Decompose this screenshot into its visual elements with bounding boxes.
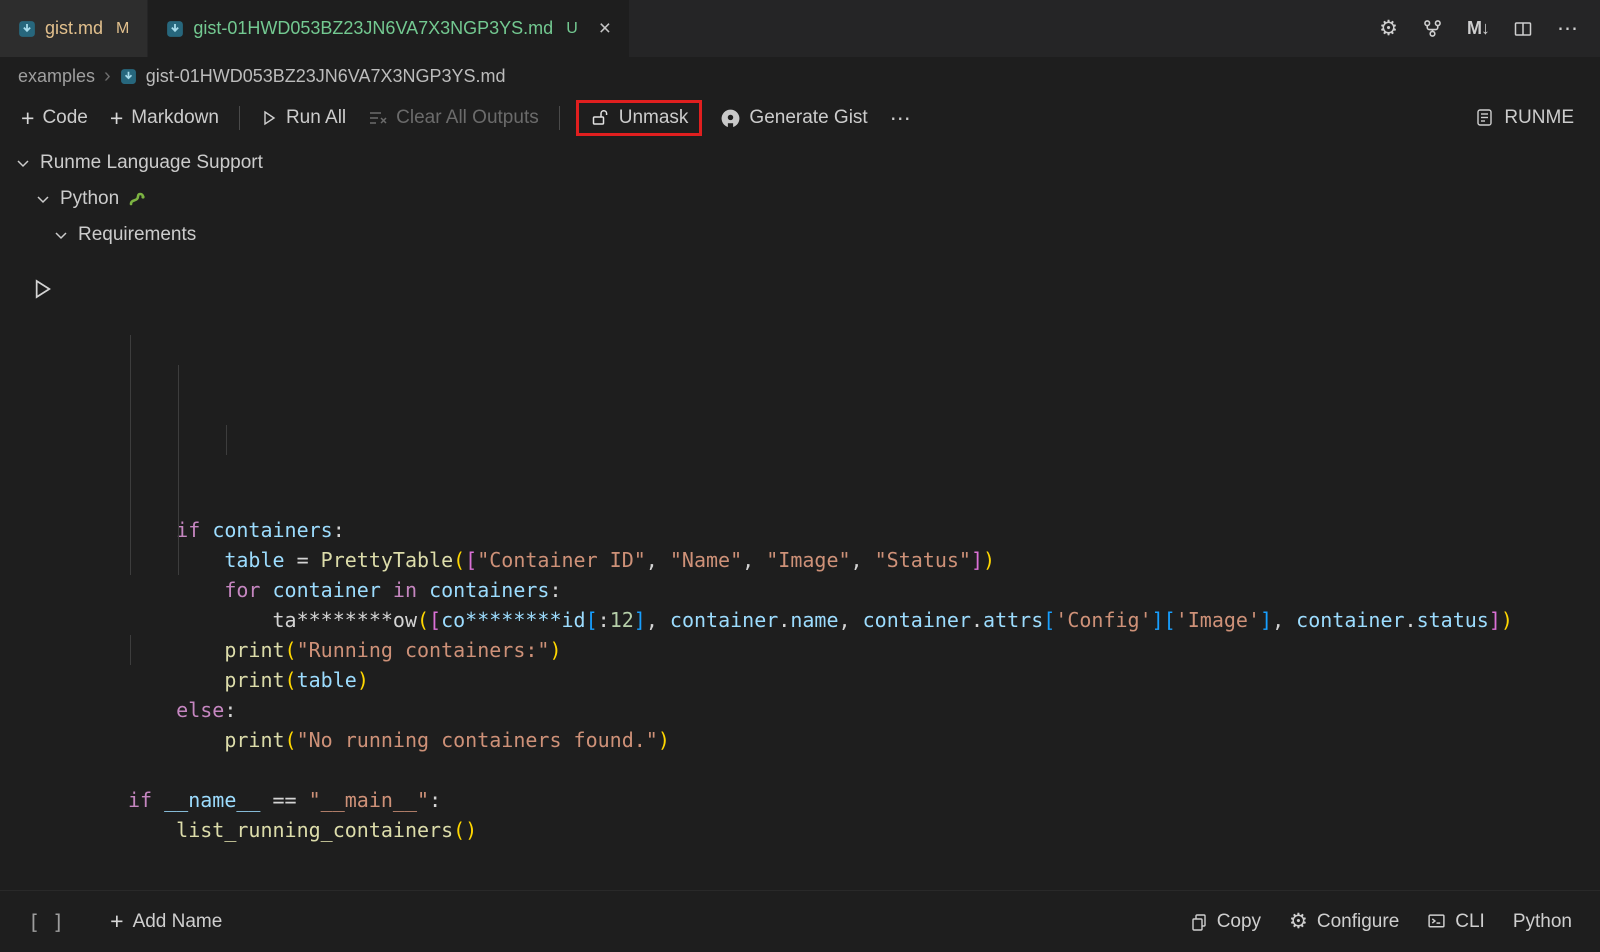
- code-line: if containers:: [128, 515, 1600, 545]
- cli-button[interactable]: CLI: [1427, 911, 1485, 933]
- runme-file-icon: [166, 20, 184, 38]
- code-editor[interactable]: if containers: table = PrettyTable(["Con…: [128, 515, 1600, 845]
- cell-brackets-icon[interactable]: [ ]: [28, 910, 64, 934]
- section-label: Requirements: [78, 224, 196, 246]
- plus-icon: +: [21, 107, 34, 130]
- add-name-button[interactable]: + Add Name: [110, 910, 222, 933]
- indent-guide: [178, 365, 179, 575]
- toolbar-divider: [559, 106, 560, 130]
- add-markdown-label: Markdown: [131, 107, 219, 129]
- section-python[interactable]: Python: [0, 181, 1600, 217]
- code-line: print("No running containers found."): [128, 725, 1600, 755]
- section-runme-language-support[interactable]: Runme Language Support: [0, 145, 1600, 181]
- unlock-icon: [590, 108, 610, 128]
- type-hierarchy-icon[interactable]: [1422, 18, 1443, 39]
- toolbar-divider: [239, 106, 240, 130]
- run-cell-button[interactable]: [30, 277, 54, 301]
- editor-actions: ⚙ M↓ ⋯: [1357, 0, 1600, 57]
- unmask-button[interactable]: Unmask: [619, 107, 689, 129]
- plus-icon: +: [110, 910, 123, 933]
- more-actions-icon[interactable]: ⋯: [1557, 18, 1578, 39]
- tab-modified-badge: M: [116, 20, 129, 38]
- more-icon: ⋯: [890, 108, 911, 129]
- runme-file-icon: [18, 20, 36, 38]
- notebook-cell: if containers: table = PrettyTable(["Con…: [0, 259, 1600, 899]
- chevron-down-icon: [34, 190, 52, 208]
- code-line: ta********ow([co********id[:12], contain…: [128, 605, 1600, 635]
- indent-guide: [226, 425, 227, 455]
- kernel-language-label: Python: [1513, 911, 1572, 933]
- markdown-preview-icon[interactable]: M↓: [1467, 18, 1489, 39]
- chevron-down-icon: [52, 226, 70, 244]
- runme-brand-button[interactable]: RUNME: [1475, 107, 1590, 129]
- snake-emoji-icon: [127, 189, 147, 209]
- code-editor-area[interactable]: if containers: table = PrettyTable(["Con…: [128, 259, 1600, 952]
- tab-gist-md[interactable]: gist.md M: [0, 0, 148, 57]
- cell-status-bar: [ ] + Add Name Copy ⚙ Configure CLI Pyth…: [0, 890, 1600, 952]
- section-label: Runme Language Support: [40, 152, 263, 174]
- chevron-right-icon: ›: [104, 65, 111, 88]
- code-line: table = PrettyTable(["Container ID", "Na…: [128, 545, 1600, 575]
- tab-untracked-badge: U: [566, 20, 578, 38]
- plus-icon: +: [110, 107, 123, 130]
- run-all-label: Run All: [286, 107, 346, 129]
- close-icon[interactable]: ×: [599, 18, 611, 39]
- outline-sections: Runme Language Support Python Requiremen…: [0, 141, 1600, 259]
- run-all-button[interactable]: Run All: [249, 107, 357, 129]
- runme-logo-icon: [1475, 108, 1495, 128]
- section-requirements[interactable]: Requirements: [0, 217, 1600, 253]
- gear-icon[interactable]: ⚙: [1379, 18, 1398, 39]
- code-line: print(table): [128, 665, 1600, 695]
- unmask-highlight-annotation: Unmask: [576, 100, 703, 136]
- clear-all-icon: [368, 108, 388, 128]
- terminal-icon: [1427, 912, 1446, 931]
- tab-label: gist.md: [45, 18, 103, 39]
- breadcrumb: examples › gist-01HWD053BZ23JN6VA7X3NGP3…: [0, 57, 1600, 95]
- code-line: [128, 755, 1600, 785]
- clear-all-label: Clear All Outputs: [396, 107, 539, 129]
- run-all-icon: [260, 109, 278, 127]
- code-line: list_running_containers(): [128, 815, 1600, 845]
- github-icon: [720, 108, 741, 129]
- add-markdown-cell-button[interactable]: + Markdown: [99, 107, 230, 130]
- tab-bar: gist.md M gist-01HWD053BZ23JN6VA7X3NGP3Y…: [0, 0, 1600, 57]
- add-code-label: Code: [42, 107, 87, 129]
- code-line: for container in containers:: [128, 575, 1600, 605]
- clear-all-outputs-button[interactable]: Clear All Outputs: [357, 107, 550, 129]
- chevron-down-icon: [14, 154, 32, 172]
- copy-label: Copy: [1217, 911, 1261, 933]
- generate-gist-label: Generate Gist: [749, 107, 867, 129]
- cli-label: CLI: [1455, 911, 1485, 933]
- gear-icon: ⚙: [1289, 911, 1308, 932]
- kernel-language-selector[interactable]: Python: [1513, 911, 1572, 933]
- breadcrumb-folder[interactable]: examples: [18, 66, 95, 87]
- split-editor-icon[interactable]: [1513, 19, 1533, 39]
- runme-label: RUNME: [1504, 107, 1574, 129]
- code-line: else:: [128, 695, 1600, 725]
- runme-file-icon: [120, 68, 137, 85]
- copy-button[interactable]: Copy: [1190, 911, 1261, 933]
- tab-label: gist-01HWD053BZ23JN6VA7X3NGP3YS.md: [193, 18, 553, 39]
- toolbar-more-button[interactable]: ⋯: [879, 108, 922, 129]
- indent-guide: [130, 335, 131, 575]
- add-code-cell-button[interactable]: + Code: [10, 107, 99, 130]
- code-line: if __name__ == "__main__":: [128, 785, 1600, 815]
- generate-gist-button[interactable]: Generate Gist: [709, 107, 878, 129]
- tab-gist-file[interactable]: gist-01HWD053BZ23JN6VA7X3NGP3YS.md U ×: [148, 0, 629, 57]
- configure-label: Configure: [1317, 911, 1399, 933]
- add-name-label: Add Name: [133, 911, 223, 933]
- breadcrumb-file[interactable]: gist-01HWD053BZ23JN6VA7X3NGP3YS.md: [146, 66, 506, 87]
- section-label: Python: [60, 188, 119, 210]
- code-line: print("Running containers:"): [128, 635, 1600, 665]
- configure-button[interactable]: ⚙ Configure: [1289, 911, 1399, 933]
- notebook-toolbar: + Code + Markdown Run All Clear All Outp…: [0, 95, 1600, 141]
- copy-icon: [1190, 913, 1208, 931]
- indent-guide: [130, 635, 131, 665]
